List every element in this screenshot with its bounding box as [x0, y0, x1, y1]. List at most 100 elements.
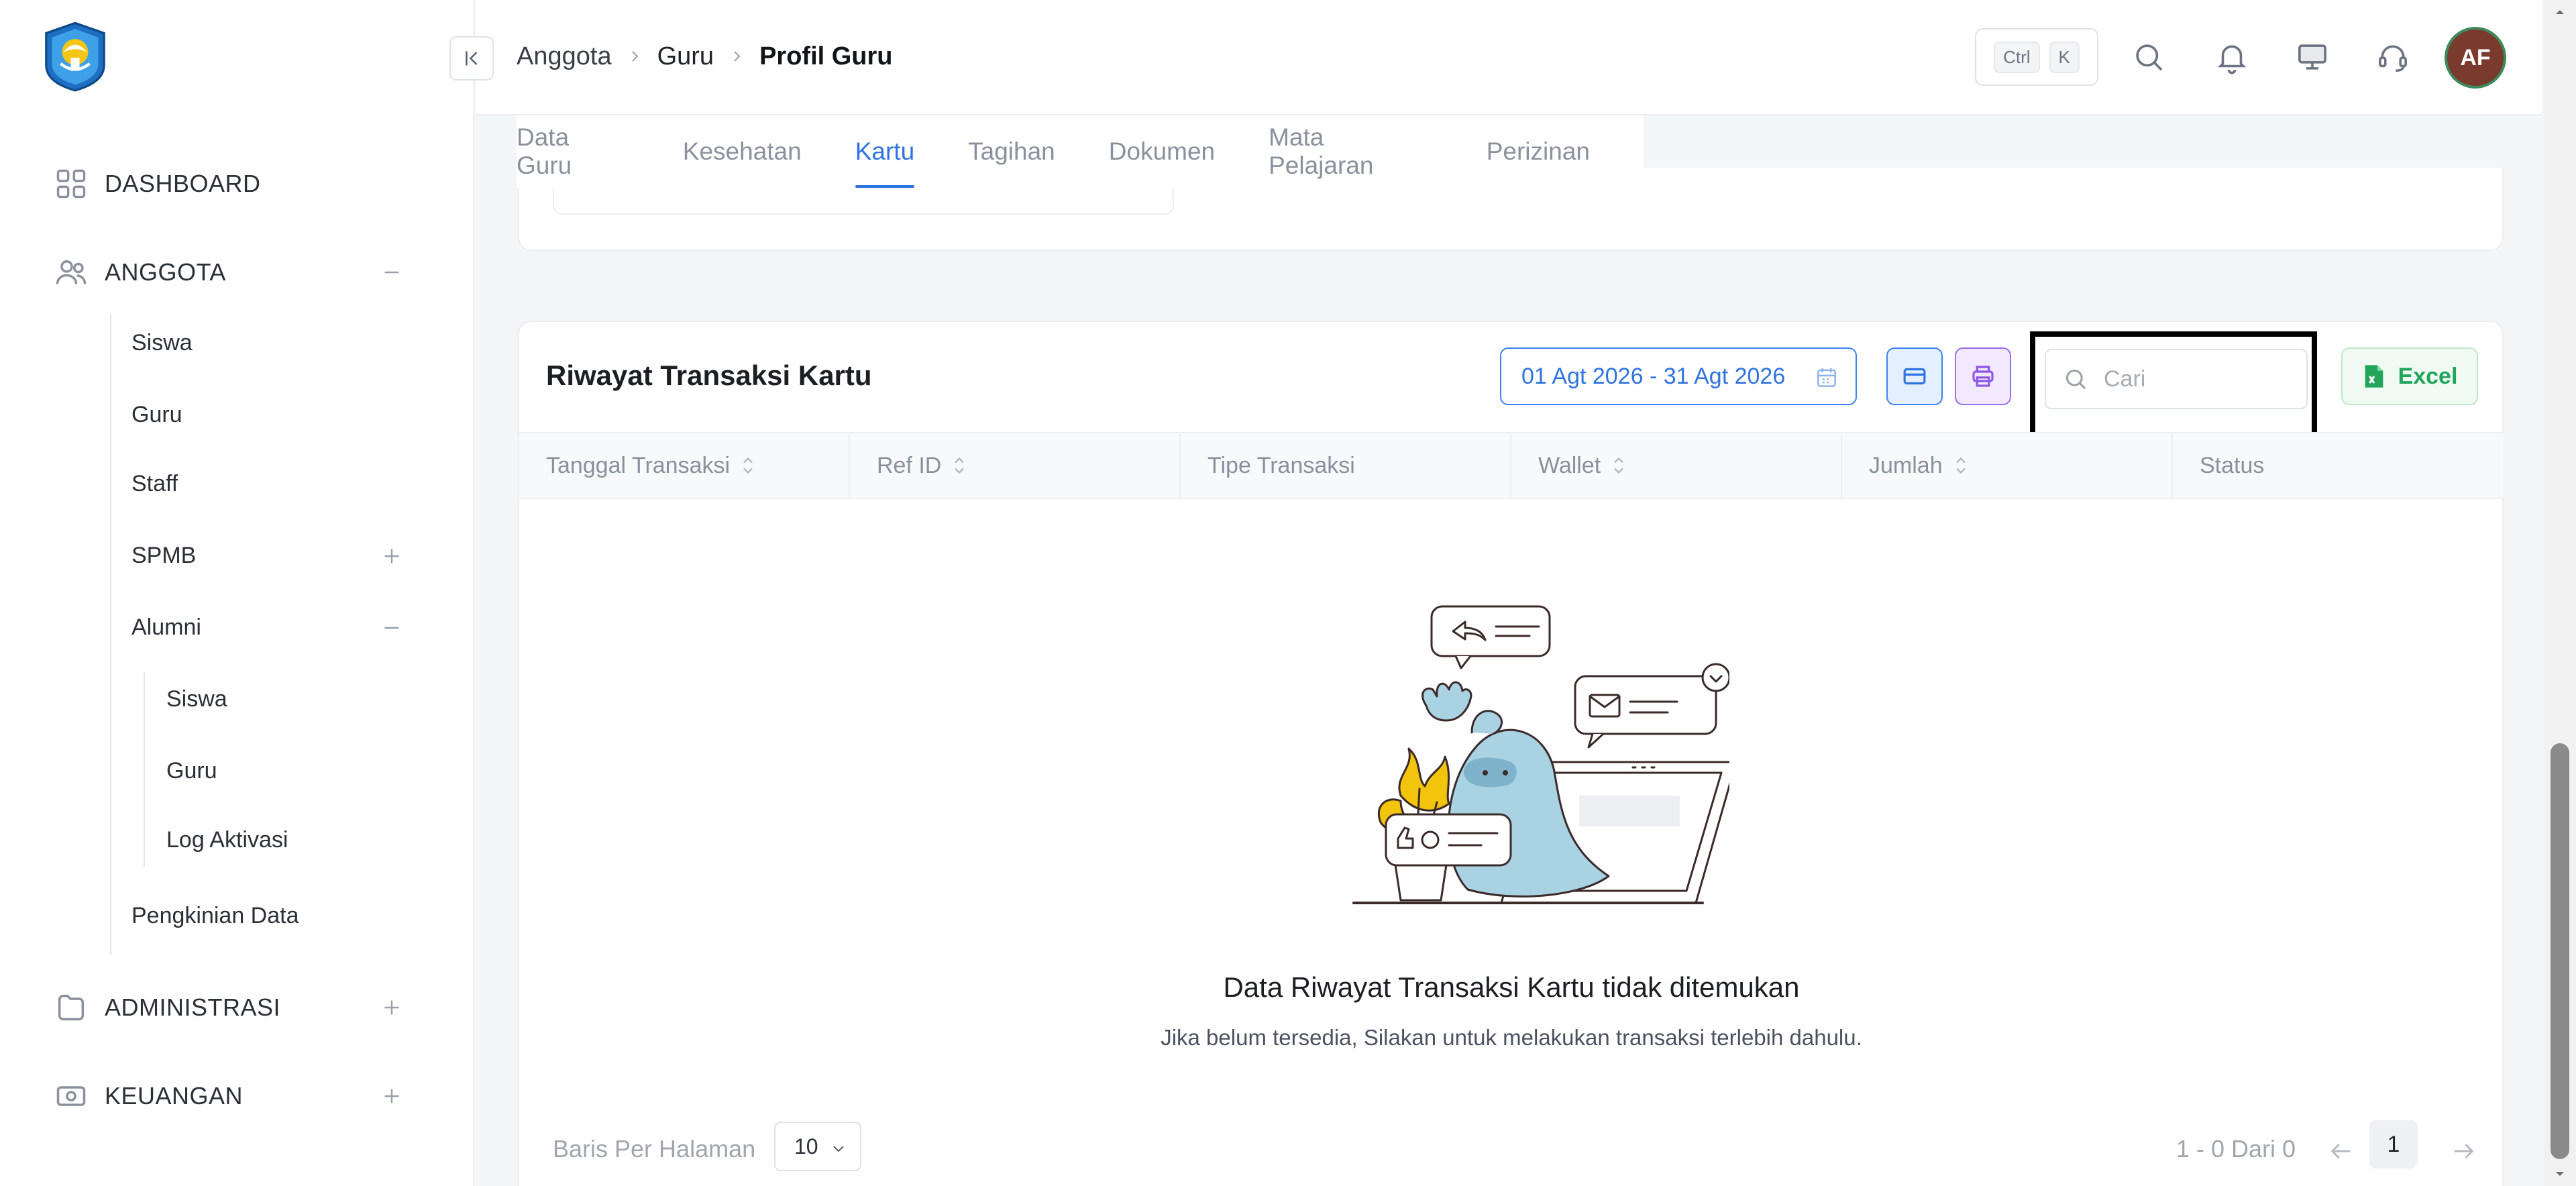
sidebar-item-administrasi[interactable]: ADMINISTRASI — [54, 981, 416, 1034]
tab-dokumen[interactable]: Dokumen — [1109, 115, 1215, 188]
empty-state-title: Data Riwayat Transaksi Kartu tidak ditem… — [1223, 971, 1800, 1003]
sidebar-item-spmb[interactable]: SPMB — [131, 532, 416, 579]
sidebar-item-label: Alumni — [131, 614, 201, 640]
plus-icon[interactable] — [380, 995, 404, 1020]
sidebar-item-alumni-guru[interactable]: Guru — [166, 747, 416, 794]
page-scrollbar[interactable] — [2544, 0, 2576, 1186]
collapse-sidebar-button[interactable] — [449, 36, 494, 80]
scroll-down-icon[interactable] — [2552, 1166, 2568, 1182]
tab-kartu[interactable]: Kartu — [855, 115, 915, 188]
profile-tabs: Data Guru Kesehatan Kartu Tagihan Dokume… — [517, 115, 1644, 188]
column-header-ref-id[interactable]: Ref ID — [850, 433, 1181, 498]
sort-icon[interactable] — [1611, 455, 1626, 476]
sort-icon[interactable] — [1953, 455, 1968, 476]
card-view-button[interactable] — [1886, 347, 1943, 405]
sidebar-item-log-aktivasi[interactable]: Log Aktivasi — [166, 816, 416, 863]
minus-icon[interactable] — [380, 260, 404, 284]
sidebar: DASHBOARD ANGGOTA Siswa Guru Staff SPMB … — [0, 0, 474, 1186]
sort-icon[interactable] — [741, 455, 755, 476]
tab-label: Kartu — [855, 138, 915, 165]
bell-icon[interactable] — [2214, 39, 2250, 75]
breadcrumb-item-guru[interactable]: Guru — [657, 42, 714, 71]
tab-tagihan[interactable]: Tagihan — [968, 115, 1055, 188]
calendar-icon — [1814, 365, 1839, 390]
export-excel-button[interactable]: Excel — [2341, 347, 2478, 405]
breadcrumb-item-anggota[interactable]: Anggota — [517, 42, 612, 71]
kbd-ctrl: Ctrl — [1994, 41, 2040, 73]
sidebar-item-staff[interactable]: Staff — [131, 460, 416, 507]
tab-label: Perizinan — [1486, 138, 1590, 165]
column-label: Tanggal Transaksi — [546, 452, 731, 478]
sidebar-item-label: Guru — [131, 401, 182, 427]
sidebar-item-alumni[interactable]: Alumni — [131, 604, 416, 651]
folder-icon — [54, 990, 89, 1025]
sidebar-item-label: SPMB — [131, 542, 197, 568]
page-number-current[interactable]: 1 — [2369, 1120, 2418, 1169]
chevron-down-icon — [830, 1140, 847, 1156]
column-label: Status — [2200, 452, 2265, 478]
users-icon — [54, 255, 89, 290]
table-header: Tanggal Transaksi Ref ID Tipe Transaksi … — [519, 432, 2504, 499]
scrollbar-thumb[interactable] — [2551, 743, 2569, 1159]
tab-mata-pelajaran[interactable]: Mata Pelajaran — [1269, 115, 1433, 188]
excel-label: Excel — [2398, 363, 2458, 389]
sidebar-item-label: Guru — [166, 757, 217, 784]
kbd-k: K — [2049, 41, 2080, 73]
plus-icon[interactable] — [380, 544, 404, 568]
rows-per-page-select[interactable]: 10 — [774, 1122, 861, 1171]
sidebar-item-alumni-siswa[interactable]: Siswa — [166, 676, 416, 722]
chevron-right-icon — [729, 48, 745, 64]
card-title: Riwayat Transaksi Kartu — [546, 360, 872, 391]
sidebar-item-dashboard[interactable]: DASHBOARD — [54, 157, 416, 211]
date-range-value: 01 Agt 2026 - 31 Agt 2026 — [1521, 363, 1786, 389]
school-logo[interactable] — [39, 20, 111, 93]
headset-icon[interactable] — [2375, 39, 2411, 75]
sidebar-item-anggota[interactable]: ANGGOTA — [54, 246, 416, 299]
sort-icon[interactable] — [952, 455, 967, 476]
column-header-status: Status — [2173, 433, 2504, 498]
column-label: Wallet — [1538, 452, 1601, 478]
print-button[interactable] — [1955, 347, 2011, 405]
date-range-picker[interactable]: 01 Agt 2026 - 31 Agt 2026 — [1500, 347, 1857, 405]
sidebar-item-guru[interactable]: Guru — [131, 391, 416, 438]
sidebar-item-label: Siswa — [166, 686, 227, 712]
grid-icon — [54, 166, 89, 201]
tab-label: Tagihan — [968, 138, 1055, 165]
empty-state-subtitle: Jika belum tersedia, Silakan untuk melak… — [1161, 1025, 1862, 1050]
sidebar-item-label: Staff — [131, 470, 178, 496]
search-icon[interactable] — [2131, 39, 2167, 75]
column-header-wallet[interactable]: Wallet — [1511, 433, 1842, 498]
avatar[interactable]: AF — [2445, 27, 2506, 89]
sidebar-item-label: Log Aktivasi — [166, 826, 288, 853]
tab-kesehatan[interactable]: Kesehatan — [683, 115, 802, 188]
arrow-right-icon[interactable] — [2449, 1138, 2478, 1165]
command-palette-shortcut[interactable]: Ctrl K — [1975, 28, 2098, 86]
sidebar-item-label: Pengkinian Data — [131, 902, 299, 928]
chevron-right-icon — [627, 48, 643, 64]
excel-file-icon — [2362, 363, 2386, 390]
plus-icon[interactable] — [380, 1084, 404, 1108]
column-label: Jumlah — [1869, 452, 1943, 478]
tab-label: Data Guru — [517, 123, 572, 179]
sidebar-item-label: ADMINISTRASI — [105, 993, 281, 1021]
empty-state-illustration — [1300, 601, 1729, 916]
printer-icon — [1972, 366, 1994, 387]
rows-per-page-label: Baris Per Halaman — [553, 1135, 756, 1163]
arrow-left-icon[interactable] — [2326, 1138, 2356, 1165]
column-header-jumlah[interactable]: Jumlah — [1842, 433, 2173, 498]
search-input[interactable] — [2104, 366, 2305, 392]
scroll-up-icon[interactable] — [2552, 4, 2568, 20]
cash-icon — [54, 1079, 89, 1114]
tab-data-guru[interactable]: Data Guru — [517, 115, 629, 188]
column-header-tipe-transaksi: Tipe Transaksi — [1181, 433, 1511, 498]
search-field[interactable] — [2045, 349, 2308, 409]
sidebar-item-label: KEUANGAN — [105, 1082, 244, 1110]
minus-icon[interactable] — [380, 616, 404, 640]
column-header-tanggal-transaksi[interactable]: Tanggal Transaksi — [519, 433, 850, 498]
sidebar-item-siswa[interactable]: Siswa — [131, 319, 416, 366]
tab-perizinan[interactable]: Perizinan — [1487, 115, 1590, 188]
sidebar-item-pengkinian-data[interactable]: Pengkinian Data — [131, 892, 416, 939]
sidebar-item-keuangan[interactable]: KEUANGAN — [54, 1069, 416, 1123]
credit-card-icon — [1903, 368, 1926, 385]
monitor-icon[interactable] — [2294, 39, 2330, 75]
